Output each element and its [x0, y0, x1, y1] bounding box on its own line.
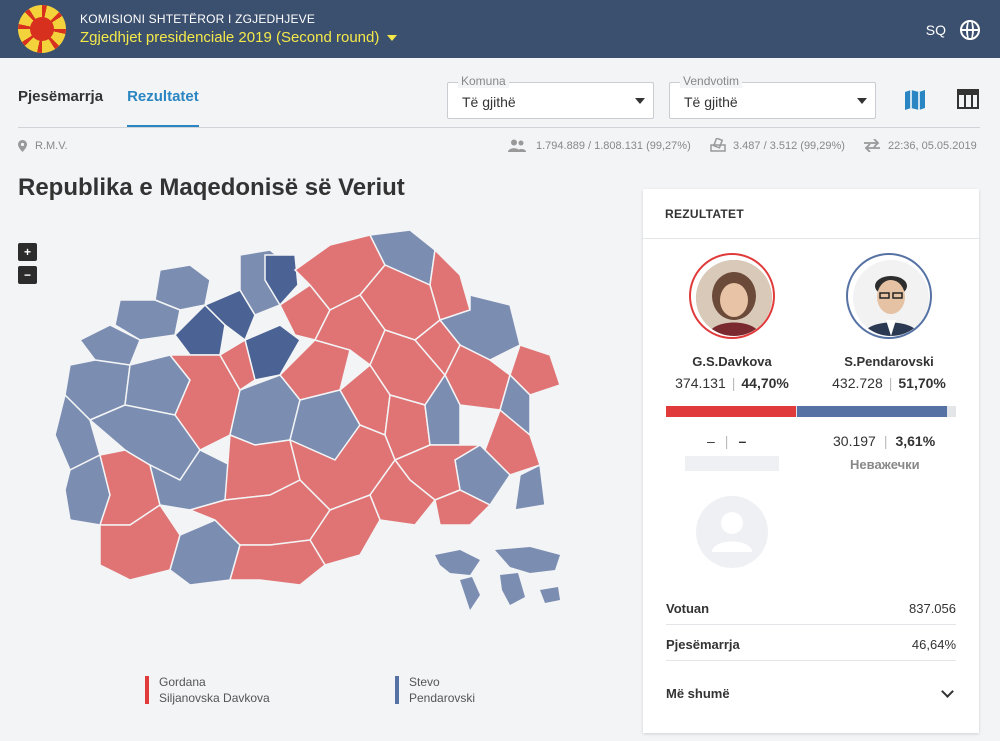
map-view-icon[interactable]: [903, 88, 927, 112]
top-bar: KOMISIONI SHTETËROR I ZGJEDHJEVE Zgjedhj…: [0, 0, 1000, 58]
election-label: Zgjedhjet presidenciale 2019 (Second rou…: [80, 29, 380, 46]
candidate-avatar-davkova: [689, 253, 775, 339]
vote-count: 374.131: [675, 375, 726, 391]
table-view-icon[interactable]: [956, 88, 980, 110]
polling-station-select-value: Të gjithë: [684, 94, 738, 110]
other-votes: – | –: [707, 433, 747, 449]
page-title: Republika e Maqedonisë së Veriut: [18, 174, 405, 201]
stat-label: Votuan: [666, 601, 710, 616]
zoom-out-button[interactable]: −: [18, 266, 37, 284]
portrait-pendarovski: [853, 260, 929, 336]
world-inset-map: [435, 547, 560, 610]
invalid-label: Неважечки: [850, 457, 920, 472]
invalid-vote-count: 30.197: [833, 433, 876, 449]
municipality-select-value: Të gjithë: [462, 94, 516, 110]
org-name: KOMISIONI SHTETËROR I ZGJEDHJEVE: [80, 12, 316, 26]
candidate-name: G.S.Davkova: [692, 354, 772, 369]
tab-turnout[interactable]: Pjesëmarrja: [18, 88, 103, 128]
region-label: R.M.V.: [35, 140, 68, 152]
ballot-box-icon: [710, 138, 726, 152]
caret-down-icon: [387, 34, 398, 41]
zoom-in-button[interactable]: +: [18, 243, 37, 261]
polling-station-select-label: Vendvotim: [680, 74, 743, 88]
polling-station-select[interactable]: Vendvotim Të gjithë: [669, 74, 876, 119]
placeholder-avatar-icon: [696, 496, 768, 568]
globe-icon[interactable]: [960, 20, 980, 40]
last-updated: 22:36, 05.05.2019: [888, 140, 977, 152]
more-label: Më shumë: [666, 686, 730, 701]
progress-segment-davkova: [666, 406, 796, 417]
card-divider: [643, 238, 979, 239]
legend-item-davkova: Gordana Siljanovska Davkova: [145, 674, 270, 706]
other-vote-percent: –: [738, 433, 747, 449]
municipality-select[interactable]: Komuna Të gjithë: [447, 74, 654, 119]
voters-count: 1.794.889 / 1.808.131 (99,27%): [536, 140, 691, 152]
candidate-votes-davkova: 374.131 | 44,70%: [675, 375, 789, 391]
results-heading: REZULTATET: [665, 207, 744, 221]
tab-divider: [18, 127, 980, 128]
stat-value: 837.056: [909, 601, 956, 616]
dropdown-arrow-icon: [857, 98, 867, 104]
invalid-votes: 30.197 | 3,61%: [833, 433, 936, 449]
election-selector[interactable]: Zgjedhjet presidenciale 2019 (Second rou…: [80, 29, 398, 46]
vote-percent: 51,70%: [898, 375, 946, 391]
legend-label: Gordana: [159, 675, 206, 689]
sync-arrows-icon: [864, 139, 880, 152]
dropdown-arrow-icon: [635, 98, 645, 104]
results-progress-bar: [666, 406, 956, 417]
tab-results[interactable]: Rezultatet: [127, 88, 199, 128]
municipality-map[interactable]: [40, 225, 580, 625]
stat-label: Pjesëmarrja: [666, 637, 740, 652]
other-vote-count: –: [707, 433, 715, 449]
stat-row-voted: Votuan 837.056: [666, 601, 956, 616]
legend-swatch: [145, 676, 149, 704]
stat-row-turnout: Pjesëmarrja 46,64%: [666, 637, 956, 652]
legend-label: Pendarovski: [409, 691, 476, 705]
results-card: REZULTATET G.S.Davkova S.Pendarovski 374…: [643, 189, 979, 733]
tab-bar: Pjesëmarrja Rezultatet: [18, 88, 223, 128]
portrait-davkova: [696, 260, 772, 336]
invalid-vote-percent: 3,61%: [895, 433, 936, 449]
map-region: [229, 539, 326, 586]
location-pin-icon: [18, 140, 27, 152]
commission-logo: [18, 5, 66, 53]
legend-label: Stevo: [409, 675, 440, 689]
candidate-votes-pendarovski: 432.728 | 51,70%: [832, 375, 946, 391]
stat-divider: [666, 624, 956, 625]
more-button[interactable]: Më shumë: [666, 686, 956, 701]
language-selector[interactable]: SQ: [926, 22, 946, 38]
legend-swatch: [395, 676, 399, 704]
vote-count: 432.728: [832, 375, 883, 391]
candidate-avatar-pendarovski: [846, 253, 932, 339]
stat-value: 46,64%: [911, 637, 956, 652]
polling-stations-count: 3.487 / 3.512 (99,29%): [733, 140, 845, 152]
municipality-select-label: Komuna: [458, 74, 509, 88]
placeholder-name: [685, 456, 779, 471]
candidate-name: S.Pendarovski: [844, 354, 934, 369]
legend-item-pendarovski: Stevo Pendarovski: [395, 674, 475, 706]
stat-divider: [666, 660, 956, 661]
vote-percent: 44,70%: [741, 375, 789, 391]
people-icon: [508, 139, 526, 152]
legend-label: Siljanovska Davkova: [159, 691, 270, 705]
progress-segment-pendarovski: [796, 406, 947, 417]
